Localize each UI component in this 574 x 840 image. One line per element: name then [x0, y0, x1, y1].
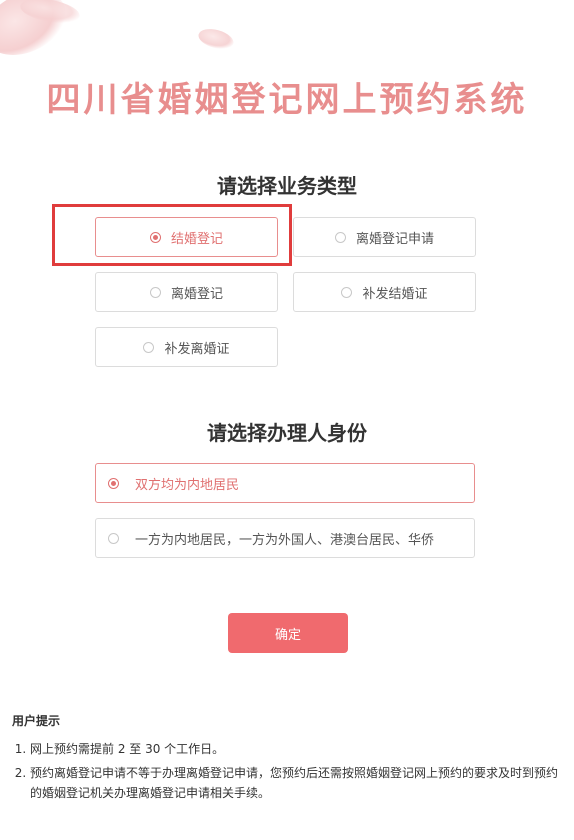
confirm-button[interactable]: 确定 [228, 613, 348, 653]
tip-item: 预约离婚登记申请不等于办理离婚登记申请，您预约后还需按照婚姻登记网上预约的要求及… [30, 763, 568, 803]
option-label: 补发结婚证 [362, 286, 428, 302]
radio-unselected-icon [149, 286, 161, 298]
tips-title: 用户提示 [12, 714, 61, 728]
option-reissue-divorce-cert[interactable]: 补发离婚证 [95, 327, 278, 367]
option-label: 一方为内地居民，一方为外国人、港澳台居民、华侨 [135, 532, 435, 548]
option-label: 补发离婚证 [164, 341, 230, 357]
tip-item: 网上预约需提前 2 至 30 个工作日。 [30, 739, 568, 759]
option-label: 双方均为内地居民 [135, 477, 240, 493]
radio-unselected-icon [108, 532, 119, 544]
radio-unselected-icon [341, 286, 353, 298]
option-reissue-marriage-cert[interactable]: 补发结婚证 [293, 272, 476, 312]
option-both-mainland[interactable]: 双方均为内地居民 [95, 463, 475, 503]
option-divorce-registration[interactable]: 离婚登记 [95, 272, 278, 312]
petal-decoration [196, 25, 236, 53]
identity-heading: 请选择办理人身份 [207, 421, 367, 445]
radio-unselected-icon [143, 341, 155, 353]
highlight-annotation-box [52, 204, 292, 266]
option-divorce-application[interactable]: 离婚登记申请 [293, 217, 476, 257]
radio-unselected-icon [334, 231, 346, 243]
radio-selected-icon [108, 477, 119, 489]
option-label: 离婚登记申请 [355, 231, 434, 247]
option-one-mainland-one-foreign[interactable]: 一方为内地居民，一方为外国人、港澳台居民、华侨 [95, 518, 475, 558]
option-label: 离婚登记 [170, 286, 223, 302]
user-tips: 用户提示 网上预约需提前 2 至 30 个工作日。 预约离婚登记申请不等于办理离… [12, 712, 568, 807]
tips-list: 网上预约需提前 2 至 30 个工作日。 预约离婚登记申请不等于办理离婚登记申请… [12, 739, 568, 803]
page-title: 四川省婚姻登记网上预约系统 [46, 80, 528, 120]
business-type-heading: 请选择业务类型 [217, 174, 357, 198]
